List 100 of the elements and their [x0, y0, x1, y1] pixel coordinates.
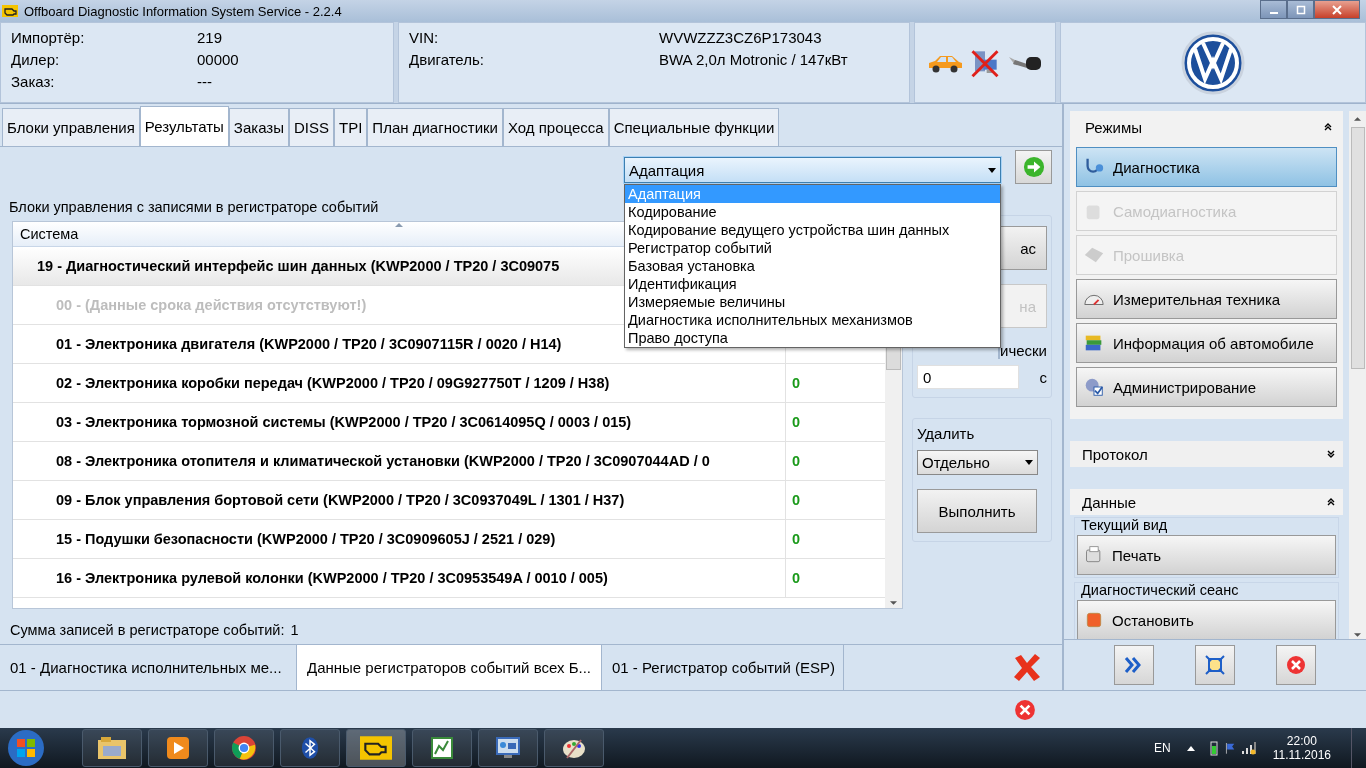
- scrollbar[interactable]: [1349, 111, 1366, 639]
- close-icon[interactable]: [1012, 652, 1042, 683]
- tab[interactable]: Результаты: [139, 106, 229, 146]
- execute-button[interactable]: Выполнить: [917, 489, 1037, 533]
- start-button[interactable]: [6, 728, 46, 768]
- caret-icon: [1025, 460, 1033, 465]
- column-header[interactable]: Система: [20, 226, 79, 242]
- tab[interactable]: Заказы: [228, 108, 289, 146]
- dropdown-option[interactable]: Право доступа: [625, 329, 1000, 347]
- dropdown-option[interactable]: Кодирование: [625, 203, 1000, 221]
- result-tab[interactable]: Данные регистраторов событий всех Б...: [297, 645, 602, 690]
- forward-button[interactable]: [1114, 645, 1155, 685]
- dropdown-option[interactable]: Измеряемые величины: [625, 293, 1000, 311]
- table-cell[interactable]: 01 - Электроника двигателя (KWP2000 / TP20 / 3C0907115R / 0020 / H14): [56, 336, 562, 352]
- dropdown-option[interactable]: Базовая установка: [625, 257, 1000, 275]
- bluetooth-icon[interactable]: [280, 729, 340, 767]
- chevron-icon[interactable]: [1327, 450, 1335, 458]
- go-button[interactable]: [1015, 150, 1052, 184]
- field-value: ---: [197, 73, 213, 90]
- table-cell[interactable]: 08 - Электроника отопителя и климатической установки (KWP2000 / TP20 / 3C0907044AD / 0: [56, 453, 710, 469]
- clock-time: 22:00: [1286, 734, 1317, 748]
- table-cell: 0: [792, 492, 801, 508]
- arrow-right-icon: [1022, 156, 1045, 178]
- summary-label: Сумма записей в регистраторе событий:: [10, 622, 285, 640]
- tab[interactable]: Ход процесса: [502, 108, 609, 146]
- table-cell[interactable]: 19 - Диагностический интерфейс шин данных (KWP2000 / TP20 / 3C09075: [37, 258, 560, 274]
- tab[interactable]: Блоки управления: [2, 108, 140, 146]
- maximize-button[interactable]: [1287, 0, 1314, 19]
- action-button[interactable]: Остановить: [1077, 600, 1336, 639]
- minimize-icon: [1269, 11, 1278, 14]
- table-cell[interactable]: 16 - Электроника рулевой колонки (KWP2000 / TP20 / 3C0953549A / 0010 / 005): [56, 570, 608, 586]
- show-hidden-icons-icon[interactable]: [1186, 745, 1195, 751]
- field-label: Двигатель:: [409, 51, 485, 68]
- table-cell: 0: [792, 375, 801, 391]
- scroll-down-icon[interactable]: [1354, 633, 1361, 637]
- mode-button[interactable]: Информация об автомобиле: [1076, 323, 1337, 363]
- table-cell[interactable]: 09 - Блок управления бортовой сети (KWP2000 / TP20 / 3C0937049L / 1301 / H37): [56, 492, 625, 508]
- dropdown-option[interactable]: Кодирование ведущего устройства шин данных: [625, 221, 1000, 239]
- dropdown-option[interactable]: Идентификация: [625, 275, 1000, 293]
- table-cell: 0: [792, 453, 801, 469]
- mode-button[interactable]: Администрирование: [1076, 367, 1337, 407]
- section-header[interactable]: Протокол: [1070, 441, 1343, 467]
- battery-icon[interactable]: [1208, 740, 1219, 756]
- caret-icon: [988, 167, 996, 173]
- stop-icon: [1084, 610, 1104, 630]
- group-title: Диагностический сеанс: [1081, 582, 1240, 598]
- paint-icon[interactable]: [544, 729, 604, 767]
- clock-date: 11.11.2016: [1272, 748, 1331, 762]
- maximize-icon: [1295, 4, 1306, 15]
- field-label: Импортёр:: [11, 29, 86, 46]
- field-label: Заказ:: [11, 73, 56, 90]
- network-icon[interactable]: [1240, 740, 1257, 756]
- engine-icon[interactable]: [346, 729, 406, 767]
- cancel-button[interactable]: [1275, 645, 1316, 685]
- flag-icon[interactable]: [1224, 740, 1235, 756]
- table-cell[interactable]: 15 - Подушки безопасности (KWP2000 / TP20 / 3C0909605J / 2521 / 029): [56, 531, 556, 547]
- scroll-down-icon[interactable]: [890, 601, 897, 605]
- table-cell: 0: [792, 414, 801, 430]
- cancel-icon: [1285, 655, 1306, 675]
- close-button[interactable]: [1314, 0, 1360, 19]
- sort-icon: [395, 223, 403, 227]
- logo-icon: [1181, 30, 1245, 95]
- field-label: VIN:: [409, 29, 440, 46]
- table-cell[interactable]: 03 - Электроника тормозной системы (KWP2000 / TP20 / 3C0614095Q / 0003 / 015): [56, 414, 632, 430]
- chevron-icon[interactable]: [1327, 498, 1335, 506]
- dropdown-option[interactable]: Диагностика исполнительных механизмов: [625, 311, 1000, 329]
- delete-mode-dropdown[interactable]: Отдельно: [917, 450, 1038, 475]
- media-player-icon[interactable]: [148, 729, 208, 767]
- browser-icon[interactable]: [214, 729, 274, 767]
- action-button[interactable]: Печать: [1077, 535, 1336, 575]
- section-title: Данные: [1082, 493, 1137, 511]
- tab[interactable]: TPI: [334, 108, 368, 146]
- error-icon[interactable]: [1014, 698, 1036, 721]
- tab[interactable]: DISS: [289, 108, 334, 146]
- dropdown-option[interactable]: Регистратор событий: [625, 239, 1000, 257]
- field-value: WVWZZZ3CZ6P173043: [659, 29, 823, 46]
- group-title: ически: [998, 342, 1047, 359]
- section-title: Протокол: [1082, 445, 1148, 463]
- scroll-up-icon[interactable]: [1354, 117, 1361, 121]
- fit-view-button[interactable]: [1195, 645, 1235, 685]
- language-indicator[interactable]: EN: [1154, 741, 1171, 755]
- interval-field[interactable]: 0: [917, 365, 1019, 389]
- section-header[interactable]: Данные: [1070, 489, 1343, 515]
- mode-button[interactable]: Измерительная техника: [1076, 279, 1337, 319]
- chart-editor-icon[interactable]: [412, 729, 472, 767]
- clock[interactable]: 22:00 11.11.2016: [1272, 734, 1331, 762]
- tab[interactable]: Специальные функции: [608, 108, 780, 146]
- table-cell: 0: [792, 570, 801, 586]
- function-dropdown[interactable]: Адаптация: [624, 157, 1001, 183]
- close-icon: [1332, 4, 1342, 15]
- summary-value: 1: [290, 622, 299, 640]
- tab[interactable]: План диагностики: [367, 108, 503, 146]
- mode-button[interactable]: Диагностика: [1076, 147, 1337, 187]
- chevron-icon[interactable]: [1324, 123, 1332, 131]
- minimize-button[interactable]: [1260, 0, 1287, 19]
- table-cell[interactable]: 02 - Электроника коробки передач (KWP2000 / TP20 / 09G927750T / 1209 / H38): [56, 375, 610, 391]
- folder-icon[interactable]: [82, 729, 142, 767]
- control-panel-icon[interactable]: [478, 729, 538, 767]
- window-title: Offboard Diagnostic Information System Service - 2.2.4: [24, 3, 342, 19]
- group-title: Текущий вид: [1081, 517, 1169, 533]
